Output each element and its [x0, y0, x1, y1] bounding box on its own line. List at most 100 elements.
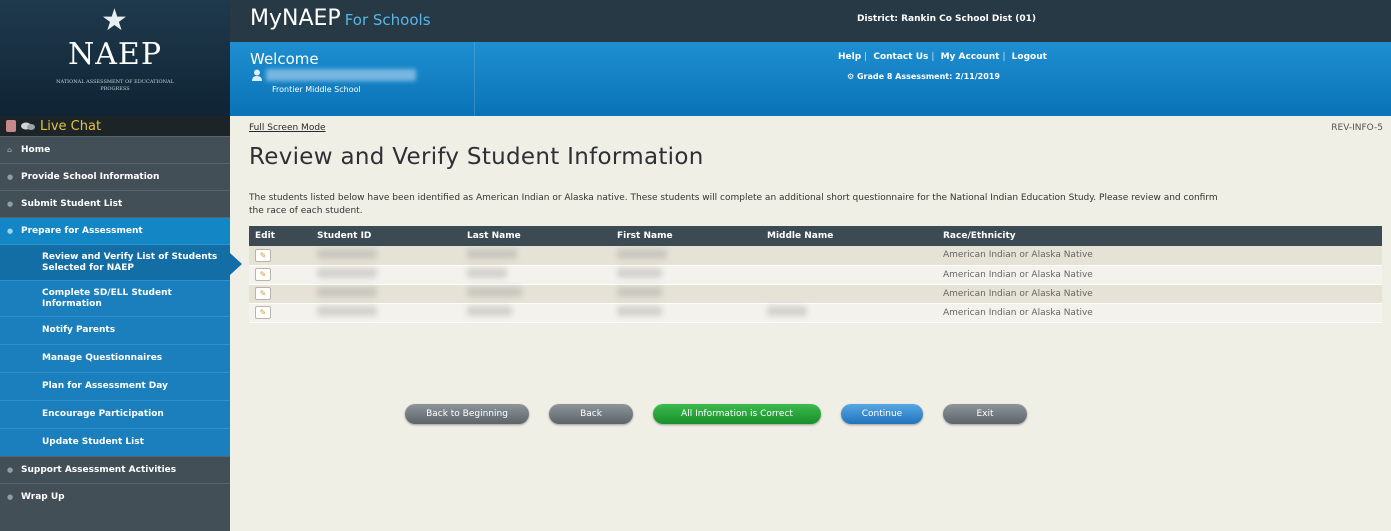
back-button[interactable]: Back	[549, 404, 633, 424]
edit-pencil-icon[interactable]: ✎	[255, 268, 271, 281]
column-header-first-name[interactable]: First Name	[611, 226, 761, 246]
sidebar-item-label: Complete SD/ELL Student Information	[42, 287, 172, 309]
exit-button[interactable]: Exit	[943, 404, 1027, 424]
sidebar-item-label: Wrap Up	[21, 492, 65, 502]
help-link[interactable]: Help	[838, 52, 861, 62]
welcome-bar: Welcome Frontier Middle School Help | Con…	[230, 42, 1391, 116]
sidebar-item-submit-student-list[interactable]: ● Submit Student List	[0, 190, 230, 217]
last-name-redacted	[467, 268, 507, 278]
table-row: ✎ American Indian or Alaska Native	[249, 284, 1382, 304]
intro-text: The students listed below have been iden…	[249, 193, 1218, 216]
live-chat-label: Live Chat	[40, 118, 102, 134]
screen-code: REV-INFO-5	[1331, 123, 1383, 133]
sidebar-item-label: Review and Verify List of Students Selec…	[42, 251, 218, 273]
column-header-race-ethnicity[interactable]: Race/Ethnicity	[937, 226, 1382, 246]
star-icon: ★	[101, 3, 128, 38]
sidebar-item-label: Plan for Assessment Day	[42, 381, 168, 391]
middle-name-redacted	[767, 306, 807, 316]
column-header-middle-name[interactable]: Middle Name	[761, 226, 937, 246]
sidebar-item-label: Notify Parents	[42, 325, 116, 335]
school-name: Frontier Middle School	[272, 85, 361, 94]
brand-name: MyNAEP	[250, 6, 341, 31]
subitem-update-student-list[interactable]: Update Student List	[0, 428, 230, 456]
student-id-redacted	[317, 248, 377, 259]
first-name-redacted	[617, 287, 662, 297]
sidebar-item-label: Home	[21, 145, 51, 155]
first-name-redacted	[617, 268, 662, 278]
page-title: Review and Verify Student Information	[249, 144, 704, 170]
welcome-title: Welcome	[250, 50, 319, 68]
sidebar-item-support-assessment-activities[interactable]: ● Support Assessment Activities	[0, 456, 230, 483]
subitem-notify-parents[interactable]: Notify Parents	[0, 316, 230, 344]
subitem-review-verify-list[interactable]: Review and Verify List of Students Selec…	[0, 244, 242, 280]
race-cell: American Indian or Alaska Native	[937, 246, 1382, 266]
assessment-selector[interactable]: ⚙ Grade 8 Assessment: 2/11/2019	[847, 72, 1000, 81]
column-header-edit: Edit	[249, 226, 311, 246]
user-name-redacted	[266, 69, 416, 81]
assessment-label: Grade 8 Assessment: 2/11/2019	[856, 72, 1000, 81]
top-bar: MyNAEP For Schools District: Rankin Co Sc…	[230, 0, 1391, 42]
bullet-icon: ●	[7, 173, 14, 181]
welcome-box: Welcome Frontier Middle School	[240, 42, 475, 116]
subitem-plan-assessment-day[interactable]: Plan for Assessment Day	[0, 372, 230, 400]
brand: MyNAEP For Schools	[250, 6, 431, 31]
race-cell: American Indian or Alaska Native	[937, 303, 1382, 323]
sidebar-item-label: Update Student List	[42, 437, 144, 447]
sidebar-item-label: Prepare for Assessment	[21, 226, 143, 236]
edit-pencil-icon[interactable]: ✎	[255, 287, 271, 300]
last-name-redacted	[467, 306, 512, 316]
edit-pencil-icon[interactable]: ✎	[255, 306, 271, 319]
table-row: ✎ American Indian or Alaska Native	[249, 246, 1382, 266]
edit-pencil-icon[interactable]: ✎	[255, 248, 271, 262]
home-icon: ⌂	[7, 146, 13, 154]
bullet-icon: ●	[7, 466, 14, 474]
table-row: ✎ American Indian or Alaska Native	[249, 265, 1382, 285]
subitem-complete-sd-ell[interactable]: Complete SD/ELL Student Information	[0, 280, 230, 316]
sidebar-item-label: Manage Questionnaires	[42, 353, 163, 363]
race-cell: American Indian or Alaska Native	[937, 265, 1382, 285]
column-header-student-id[interactable]: Student ID	[311, 226, 461, 246]
student-id-redacted	[317, 268, 377, 278]
sidebar-item-label: Provide School Information	[21, 172, 160, 182]
logo-text: NAEP	[68, 37, 162, 72]
all-information-correct-button[interactable]: All Information is Correct	[653, 404, 821, 424]
sidebar-item-wrap-up[interactable]: ● Wrap Up	[0, 483, 230, 510]
sidebar-item-label: Submit Student List	[21, 199, 123, 209]
last-name-redacted	[467, 248, 517, 259]
sidebar-item-prepare-for-assessment[interactable]: ● Prepare for Assessment	[0, 217, 230, 244]
table-header-row: Edit Student ID Last Name First Name Mid…	[249, 226, 1382, 246]
sidebar-item-label: Support Assessment Activities	[21, 465, 177, 475]
subitem-encourage-participation[interactable]: Encourage Participation	[0, 400, 230, 428]
chat-bubble-icon	[21, 122, 35, 130]
utility-links: Help | Contact Us | My Account | Logout	[838, 52, 1047, 62]
naep-logo[interactable]: ★ NAEP National Assessment of Educationa…	[0, 0, 230, 116]
continue-button[interactable]: Continue	[841, 404, 923, 424]
district-label: District: Rankin Co School Dist (01)	[857, 14, 1036, 24]
student-id-redacted	[317, 287, 377, 297]
first-name-redacted	[617, 248, 667, 259]
race-cell: American Indian or Alaska Native	[937, 284, 1382, 304]
bullet-icon: ●	[7, 493, 14, 501]
settings-icon: ⚙	[847, 72, 855, 81]
students-table: Edit Student ID Last Name First Name Mid…	[249, 226, 1382, 323]
main-content: Full Screen Mode REV-INFO-5 Review and V…	[230, 116, 1391, 531]
bullet-icon: ●	[7, 200, 14, 208]
action-buttons: Back to Beginning Back All Information i…	[405, 404, 1027, 424]
prepare-submenu: Review and Verify List of Students Selec…	[0, 244, 242, 456]
full-screen-link[interactable]: Full Screen Mode	[249, 123, 326, 133]
table-row: ✎ American Indian or Alaska Native	[249, 303, 1382, 323]
subitem-manage-questionnaires[interactable]: Manage Questionnaires	[0, 344, 230, 372]
column-header-last-name[interactable]: Last Name	[461, 226, 611, 246]
chat-agent-icon	[6, 120, 16, 132]
first-name-redacted	[617, 306, 662, 316]
logo-subtitle: National Assessment of Educational Progr…	[56, 79, 174, 92]
live-chat-button[interactable]: Live Chat	[0, 116, 230, 136]
sidebar-item-home[interactable]: ⌂ Home	[0, 136, 230, 163]
sidebar-item-label: Encourage Participation	[42, 409, 164, 419]
contact-us-link[interactable]: Contact Us	[873, 52, 928, 62]
logout-link[interactable]: Logout	[1012, 52, 1047, 62]
sidebar-item-provide-school-information[interactable]: ● Provide School Information	[0, 163, 230, 190]
sidebar: Live Chat ⌂ Home ● Provide School Inform…	[0, 116, 242, 531]
my-account-link[interactable]: My Account	[941, 52, 1000, 62]
back-to-beginning-button[interactable]: Back to Beginning	[405, 404, 529, 424]
